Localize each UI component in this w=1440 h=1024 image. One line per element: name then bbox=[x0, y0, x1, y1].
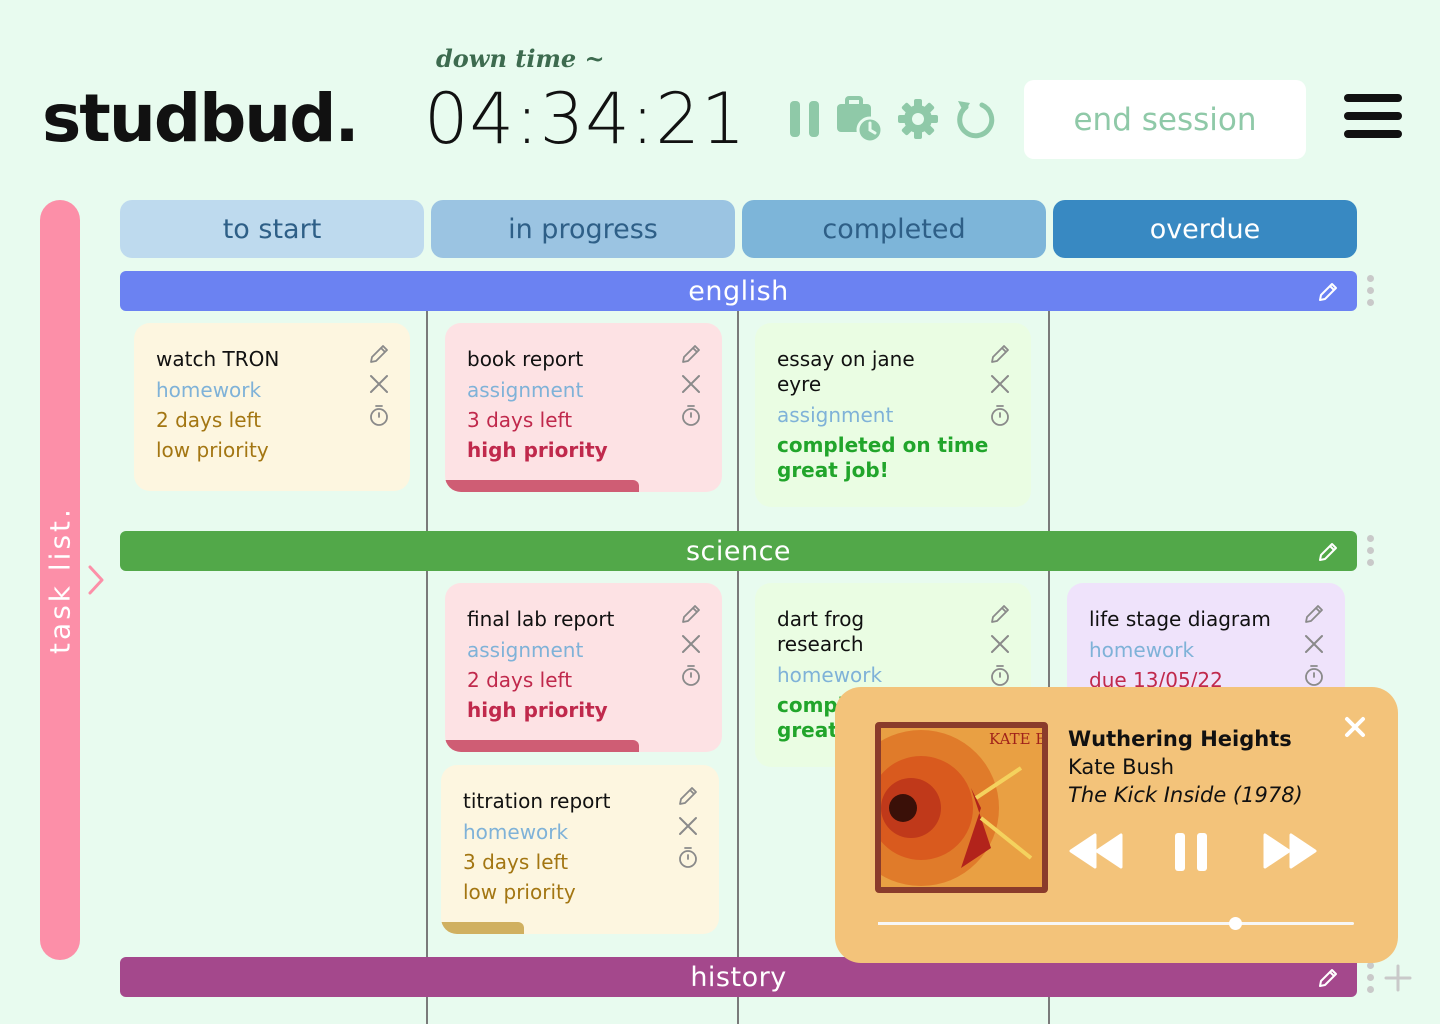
edit-pencil-icon[interactable] bbox=[680, 343, 702, 365]
more-options-icon[interactable] bbox=[1367, 962, 1375, 998]
fast-forward-icon[interactable] bbox=[1263, 831, 1319, 871]
song-album: The Kick Inside (1978) bbox=[1068, 783, 1303, 807]
session-controls bbox=[788, 94, 996, 144]
menu-icon[interactable] bbox=[1344, 94, 1402, 138]
subject-name: english bbox=[688, 275, 789, 307]
pause-track-icon[interactable] bbox=[1173, 831, 1209, 873]
album-art-text: KATE BUSH bbox=[989, 730, 1042, 748]
song-title: Wuthering Heights bbox=[1068, 727, 1292, 751]
stopwatch-icon[interactable] bbox=[677, 845, 699, 869]
stopwatch-icon[interactable] bbox=[989, 663, 1011, 687]
track-scrubber-handle[interactable] bbox=[1229, 917, 1242, 930]
task-title: watch TRON bbox=[156, 347, 280, 371]
tab-completed[interactable]: completed bbox=[742, 200, 1046, 258]
task-status: 3 days left bbox=[463, 850, 569, 874]
stopwatch-icon[interactable] bbox=[368, 403, 390, 427]
edit-pencil-icon[interactable] bbox=[1317, 541, 1339, 563]
task-status: 2 days left bbox=[467, 668, 573, 692]
subject-name: science bbox=[685, 535, 792, 567]
reset-icon[interactable] bbox=[952, 97, 996, 141]
end-session-button[interactable]: end session bbox=[1024, 80, 1306, 159]
chevron-right-icon[interactable] bbox=[86, 564, 106, 596]
task-progress-bar bbox=[445, 740, 639, 752]
task-card-essay-jane-eyre[interactable]: essay on jane eyre assignment completed … bbox=[755, 323, 1031, 507]
task-title: life stage diagram bbox=[1089, 607, 1271, 631]
tab-in-progress[interactable]: in progress bbox=[431, 200, 735, 258]
subject-name: history bbox=[690, 961, 787, 993]
task-title: book report bbox=[467, 347, 584, 371]
task-title: dart frog research bbox=[777, 607, 865, 656]
task-note: great job! bbox=[777, 458, 889, 482]
column-divider bbox=[426, 311, 428, 1024]
task-status: 3 days left bbox=[467, 408, 573, 432]
task-type: assignment bbox=[777, 403, 894, 427]
task-priority: low priority bbox=[463, 880, 576, 904]
song-artist: Kate Bush bbox=[1068, 755, 1175, 779]
task-title: essay on jane eyre bbox=[777, 347, 915, 396]
rewind-icon[interactable] bbox=[1067, 831, 1123, 871]
tab-overdue[interactable]: overdue bbox=[1053, 200, 1357, 258]
task-title: titration report bbox=[463, 789, 611, 813]
task-priority: high priority bbox=[467, 438, 608, 462]
session-timer: 04:34:21 bbox=[424, 78, 747, 160]
close-icon[interactable] bbox=[989, 633, 1011, 655]
more-options-icon[interactable] bbox=[1367, 275, 1375, 311]
session-mode-label: down time ~ bbox=[436, 44, 605, 73]
stopwatch-icon[interactable] bbox=[989, 403, 1011, 427]
column-divider bbox=[737, 311, 739, 1024]
task-type: homework bbox=[1089, 638, 1195, 662]
edit-pencil-icon[interactable] bbox=[989, 603, 1011, 625]
subject-bar-history[interactable]: history bbox=[120, 957, 1357, 997]
close-icon[interactable] bbox=[1303, 633, 1325, 655]
task-priority: low priority bbox=[156, 438, 269, 462]
app-logo: studbud. bbox=[42, 80, 360, 157]
track-progress[interactable] bbox=[878, 917, 1354, 930]
task-type: assignment bbox=[467, 378, 584, 402]
task-type: homework bbox=[463, 820, 569, 844]
close-player-icon[interactable] bbox=[1343, 715, 1367, 739]
edit-pencil-icon[interactable] bbox=[1303, 603, 1325, 625]
task-type: homework bbox=[777, 663, 883, 687]
music-player: KATE BUSH Wuthering Heights Kate Bush Th… bbox=[835, 687, 1398, 963]
close-icon[interactable] bbox=[368, 373, 390, 395]
task-priority: high priority bbox=[467, 698, 608, 722]
sidebar-title: task list. bbox=[43, 506, 77, 654]
close-icon[interactable] bbox=[989, 373, 1011, 395]
close-icon[interactable] bbox=[680, 373, 702, 395]
edit-pencil-icon[interactable] bbox=[989, 343, 1011, 365]
task-progress-bar bbox=[445, 480, 639, 492]
task-card-watch-tron[interactable]: watch TRON homework 2 days left low prio… bbox=[134, 323, 410, 491]
gear-icon[interactable] bbox=[896, 97, 940, 141]
stopwatch-icon[interactable] bbox=[1303, 663, 1325, 687]
task-type: homework bbox=[156, 378, 262, 402]
close-icon[interactable] bbox=[677, 815, 699, 837]
task-title: final lab report bbox=[467, 607, 615, 631]
task-card-titration-report[interactable]: titration report homework 3 days left lo… bbox=[441, 765, 719, 934]
subject-bar-english[interactable]: english bbox=[120, 271, 1357, 311]
stopwatch-icon[interactable] bbox=[680, 403, 702, 427]
album-art: KATE BUSH bbox=[875, 722, 1048, 893]
pause-icon[interactable] bbox=[788, 97, 822, 141]
task-card-book-report[interactable]: book report assignment 3 days left high … bbox=[445, 323, 722, 492]
task-progress-bar bbox=[441, 922, 525, 934]
edit-pencil-icon[interactable] bbox=[1317, 967, 1339, 989]
add-icon[interactable] bbox=[1384, 964, 1412, 992]
task-status: 2 days left bbox=[156, 408, 262, 432]
tab-to-start[interactable]: to start bbox=[120, 200, 424, 258]
task-card-final-lab-report[interactable]: final lab report assignment 2 days left … bbox=[445, 583, 722, 752]
edit-pencil-icon[interactable] bbox=[1317, 281, 1339, 303]
stopwatch-icon[interactable] bbox=[680, 663, 702, 687]
subject-bar-science[interactable]: science bbox=[120, 531, 1357, 571]
close-icon[interactable] bbox=[680, 633, 702, 655]
briefcase-clock-icon[interactable] bbox=[834, 94, 884, 144]
edit-pencil-icon[interactable] bbox=[677, 785, 699, 807]
edit-pencil-icon[interactable] bbox=[680, 603, 702, 625]
edit-pencil-icon[interactable] bbox=[368, 343, 390, 365]
more-options-icon[interactable] bbox=[1367, 535, 1375, 571]
track-progress-fill bbox=[878, 922, 1235, 925]
task-type: assignment bbox=[467, 638, 584, 662]
